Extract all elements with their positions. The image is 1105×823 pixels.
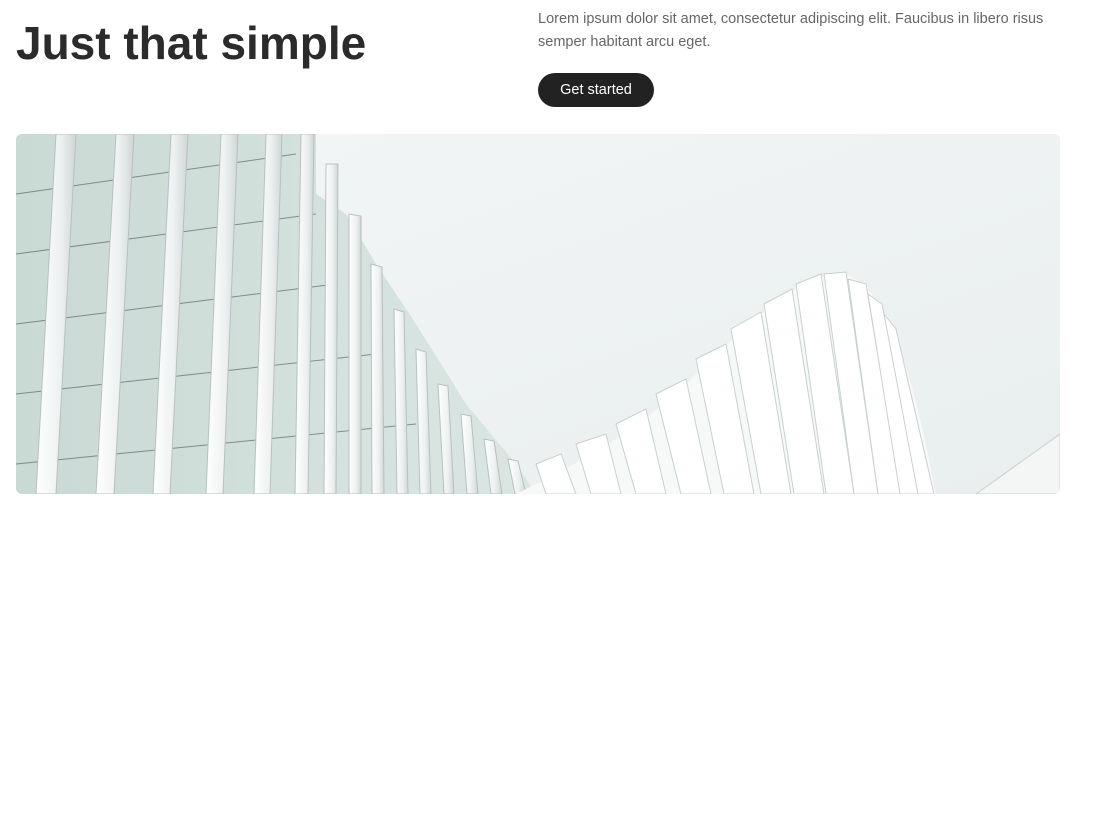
- hero-intro: Lorem ipsum dolor sit amet, consectetur …: [538, 8, 1058, 107]
- hero-architecture-image: [16, 134, 1060, 494]
- architecture-photo: [16, 134, 1060, 494]
- hero-description: Lorem ipsum dolor sit amet, consectetur …: [538, 11, 1044, 50]
- hero-header: Just that simple Lorem ipsum dolor sit a…: [16, 0, 1060, 134]
- get-started-button[interactable]: Get started: [538, 73, 654, 107]
- hero-title: Just that simple: [16, 17, 367, 69]
